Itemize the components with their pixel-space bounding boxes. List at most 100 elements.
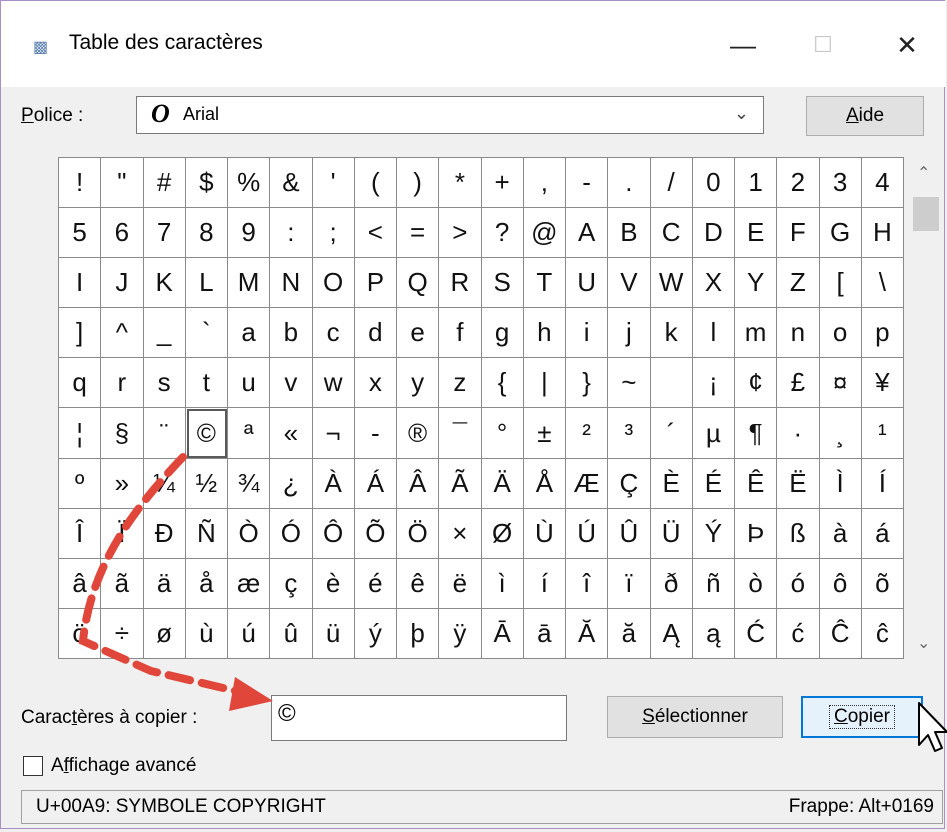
character-cell[interactable]: ¦ xyxy=(59,408,102,459)
character-cell[interactable]: Ò xyxy=(228,508,271,559)
character-cell[interactable]: < xyxy=(354,208,397,259)
character-cell[interactable]: Â xyxy=(397,458,440,509)
character-cell[interactable]: 9 xyxy=(228,208,271,259)
character-cell[interactable]: ą xyxy=(692,608,735,659)
character-cell[interactable]: Å xyxy=(523,458,566,509)
character-cell[interactable]: ò xyxy=(735,558,778,609)
character-cell[interactable]: s xyxy=(143,358,186,409)
character-cell[interactable]: ý xyxy=(354,608,397,659)
character-cell[interactable]: Ñ xyxy=(185,508,228,559)
character-cell[interactable]: - xyxy=(566,158,609,209)
character-cell[interactable]: m xyxy=(735,308,778,359)
character-cell[interactable]: A xyxy=(566,208,609,259)
character-cell[interactable]: ¯ xyxy=(439,408,482,459)
character-cell[interactable]: Û xyxy=(608,508,651,559)
character-cell[interactable]: Þ xyxy=(735,508,778,559)
character-cell[interactable]: ¨ xyxy=(143,408,186,459)
character-cell[interactable]: f xyxy=(439,308,482,359)
character-cell[interactable]: ú xyxy=(228,608,271,659)
character-cell[interactable]: õ xyxy=(861,558,904,609)
character-cell[interactable]: £ xyxy=(777,358,820,409)
character-cell[interactable]: ā xyxy=(523,608,566,659)
character-cell[interactable]: ù xyxy=(185,608,228,659)
copy-button[interactable]: Copier xyxy=(801,696,923,738)
character-cell[interactable]: n xyxy=(777,308,820,359)
character-cell[interactable]: S xyxy=(481,258,524,309)
character-cell[interactable]: 7 xyxy=(143,208,186,259)
select-button[interactable]: Sélectionner xyxy=(607,696,783,738)
character-cell[interactable]: ^ xyxy=(101,308,144,359)
character-cell[interactable]: C xyxy=(650,208,693,259)
character-cell[interactable]: ø xyxy=(143,608,186,659)
character-cell[interactable]: Ë xyxy=(777,458,820,509)
character-cell[interactable]: o xyxy=(819,308,862,359)
character-cell[interactable]: ĉ xyxy=(861,608,904,659)
character-cell[interactable]: Q xyxy=(397,258,440,309)
character-cell[interactable] xyxy=(650,358,693,409)
character-cell[interactable]: k xyxy=(650,308,693,359)
advanced-view-checkbox[interactable] xyxy=(23,756,43,776)
character-cell[interactable]: Í xyxy=(861,458,904,509)
character-cell[interactable]: ½ xyxy=(185,458,228,509)
character-cell[interactable]: & xyxy=(270,158,313,209)
character-cell[interactable]: e xyxy=(397,308,440,359)
character-cell[interactable]: ¡ xyxy=(692,358,735,409)
character-cell[interactable]: Ã xyxy=(439,458,482,509)
character-cell[interactable]: Ô xyxy=(312,508,355,559)
character-cell[interactable]: g xyxy=(481,308,524,359)
character-cell[interactable]: ² xyxy=(566,408,609,459)
chevron-down-icon[interactable]: ⌄ xyxy=(917,633,930,653)
character-cell[interactable]: } xyxy=(566,358,609,409)
character-cell[interactable]: % xyxy=(228,158,271,209)
character-cell[interactable]: w xyxy=(312,358,355,409)
character-cell[interactable]: T xyxy=(523,258,566,309)
character-cell[interactable]: ® xyxy=(397,408,440,459)
character-cell[interactable]: Ý xyxy=(692,508,735,559)
character-cell[interactable]: t xyxy=(185,358,228,409)
character-cell[interactable]: P xyxy=(354,258,397,309)
character-cell[interactable]: z xyxy=(439,358,482,409)
character-cell[interactable]: a xyxy=(228,308,271,359)
character-cell[interactable]: # xyxy=(143,158,186,209)
character-cell[interactable]: À xyxy=(312,458,355,509)
character-cell[interactable]: ß xyxy=(777,508,820,559)
character-cell[interactable]: r xyxy=(101,358,144,409)
character-cell[interactable]: U xyxy=(566,258,609,309)
chevron-up-icon[interactable]: ⌃ xyxy=(917,163,930,183)
character-cell[interactable]: Î xyxy=(59,508,102,559)
character-cell[interactable]: F xyxy=(777,208,820,259)
character-cell[interactable]: ä xyxy=(143,558,186,609)
character-cell[interactable]: Ā xyxy=(481,608,524,659)
character-cell[interactable]: ã xyxy=(101,558,144,609)
character-cell[interactable]: ð xyxy=(650,558,693,609)
character-cell[interactable]: ´ xyxy=(650,408,693,459)
character-cell[interactable]: G xyxy=(819,208,862,259)
character-cell[interactable]: O xyxy=(312,258,355,309)
character-cell[interactable]: ă xyxy=(608,608,651,659)
character-cell[interactable]: @ xyxy=(523,208,566,259)
character-cell[interactable]: » xyxy=(101,458,144,509)
character-cell[interactable]: Y xyxy=(735,258,778,309)
help-button[interactable]: Aide xyxy=(806,96,924,136)
character-cell[interactable]: * xyxy=(439,158,482,209)
character-cell[interactable]: ö xyxy=(59,608,102,659)
character-cell[interactable]: Ü xyxy=(650,508,693,559)
character-cell[interactable]: 6 xyxy=(101,208,144,259)
character-cell[interactable]: ó xyxy=(777,558,820,609)
character-cell[interactable]: ` xyxy=(185,308,228,359)
character-cell[interactable]: è xyxy=(312,558,355,609)
character-cell[interactable]: Ć xyxy=(735,608,778,659)
character-cell[interactable]: v xyxy=(270,358,313,409)
character-cell[interactable]: ć xyxy=(777,608,820,659)
character-cell[interactable]: ! xyxy=(59,158,102,209)
character-cell[interactable]: º xyxy=(59,458,102,509)
character-cell[interactable]: ; xyxy=(312,208,355,259)
character-cell[interactable]: X xyxy=(692,258,735,309)
character-cell[interactable]: J xyxy=(101,258,144,309)
character-cell[interactable]: x xyxy=(354,358,397,409)
minimize-button[interactable]: — xyxy=(713,21,773,69)
character-cell[interactable]: à xyxy=(819,508,862,559)
character-cell[interactable]: Ð xyxy=(143,508,186,559)
character-cell[interactable]: Õ xyxy=(354,508,397,559)
character-cell[interactable]: q xyxy=(59,358,102,409)
